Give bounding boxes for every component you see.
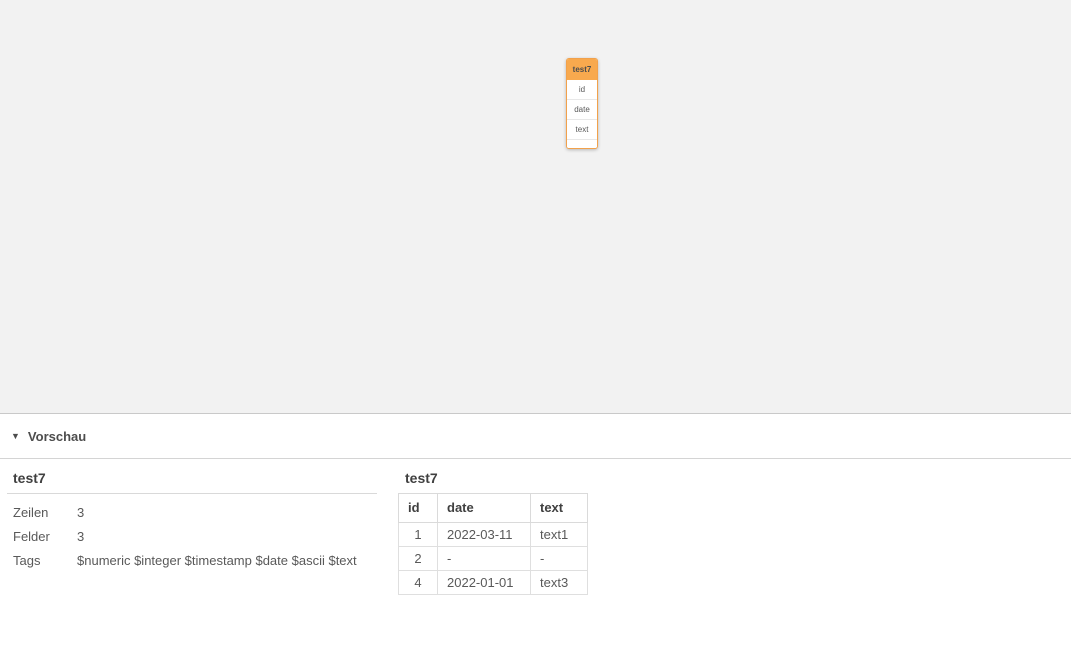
cell-id: 1 [398,522,438,547]
data-preview-panel: test7 id date text 1 2022-03-11 text1 2 … [398,470,588,595]
cell-text: - [530,546,588,571]
table-card-title[interactable]: test7 [567,59,597,80]
info-label: Zeilen [13,505,49,520]
info-value: 3 [77,529,85,544]
cell-date: - [437,546,531,571]
info-row-tags: Tags $numeric $integer $timestamp $date … [13,549,377,573]
table-card-field-text[interactable]: text [567,120,597,140]
cell-text: text1 [530,522,588,547]
table-row: 1 2022-03-11 text1 [398,522,588,547]
data-model-canvas: test7 id date text [0,0,1071,414]
column-header-id: id [398,493,438,523]
cell-date: 2022-01-01 [437,570,531,595]
table-row: 2 - - [398,546,588,571]
cell-date: 2022-03-11 [437,522,531,547]
info-row-zeilen: Zeilen 3 [13,501,377,525]
table-card-footer [567,140,597,148]
info-label: Tags [13,553,41,568]
triangle-down-icon[interactable]: ▼ [11,432,20,441]
app-screen: test7 id date text ▼ Vorschau test7 Zeil… [0,0,1071,671]
data-preview-title: test7 [405,470,438,486]
preview-toggle-bar[interactable]: ▼ Vorschau [0,415,1071,459]
data-preview-table: id date text 1 2022-03-11 text1 2 - - 4 … [398,493,588,595]
table-card-field-id[interactable]: id [567,80,597,100]
table-header-row: id date text [398,493,588,523]
cell-id: 2 [398,546,438,571]
preview-panel: test7 Zeilen 3 Felder 3 Tags $numeric $i… [0,460,1071,671]
info-row-felder: Felder 3 [13,525,377,549]
info-value: 3 [77,505,85,520]
column-header-date: date [437,493,531,523]
cell-text: text3 [530,570,588,595]
table-card-field-date[interactable]: date [567,100,597,120]
cell-id: 4 [398,570,438,595]
table-info-panel: test7 Zeilen 3 Felder 3 Tags $numeric $i… [7,470,377,573]
info-panel-title: test7 [7,470,377,494]
table-row: 4 2022-01-01 text3 [398,570,588,595]
info-rows: Zeilen 3 Felder 3 Tags $numeric $integer… [7,494,377,573]
preview-bar-label: Vorschau [27,429,87,444]
info-label: Felder [13,529,50,544]
column-header-text: text [530,493,588,523]
table-card-test7[interactable]: test7 id date text [566,58,598,149]
info-value: $numeric $integer $timestamp $date $asci… [77,553,357,568]
